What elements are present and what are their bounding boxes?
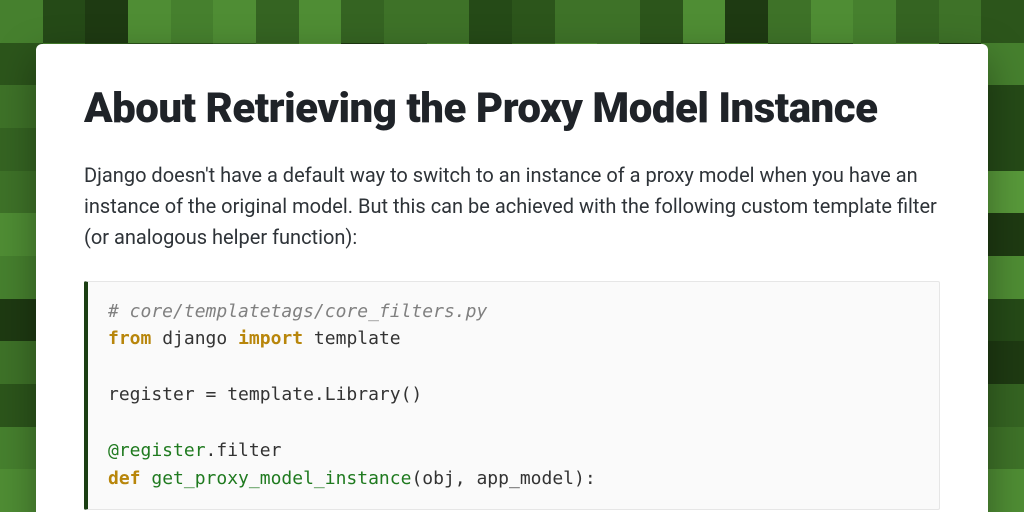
article-card: About Retrieving the Proxy Model Instanc… (36, 44, 988, 512)
code-keyword-def: def (108, 468, 141, 489)
code-keyword-import: import (238, 328, 303, 349)
code-module: django (151, 328, 238, 349)
code-decorator-rest: .filter (206, 440, 282, 461)
article-title: About Retrieving the Proxy Model Instanc… (84, 84, 940, 134)
code-import-name: template (303, 328, 401, 349)
article-lead: Django doesn't have a default way to swi… (84, 160, 940, 253)
code-line-register: register = template.Library() (108, 384, 422, 405)
code-comment: # core/templatetags/core_filters.py (108, 301, 487, 322)
code-func-name: get_proxy_model_instance (151, 468, 411, 489)
code-space (141, 468, 152, 489)
code-func-sig: (obj, app_model): (411, 468, 595, 489)
code-keyword-from: from (108, 328, 151, 349)
code-decorator: @register (108, 440, 206, 461)
code-block: # core/templatetags/core_filters.py from… (84, 281, 940, 510)
